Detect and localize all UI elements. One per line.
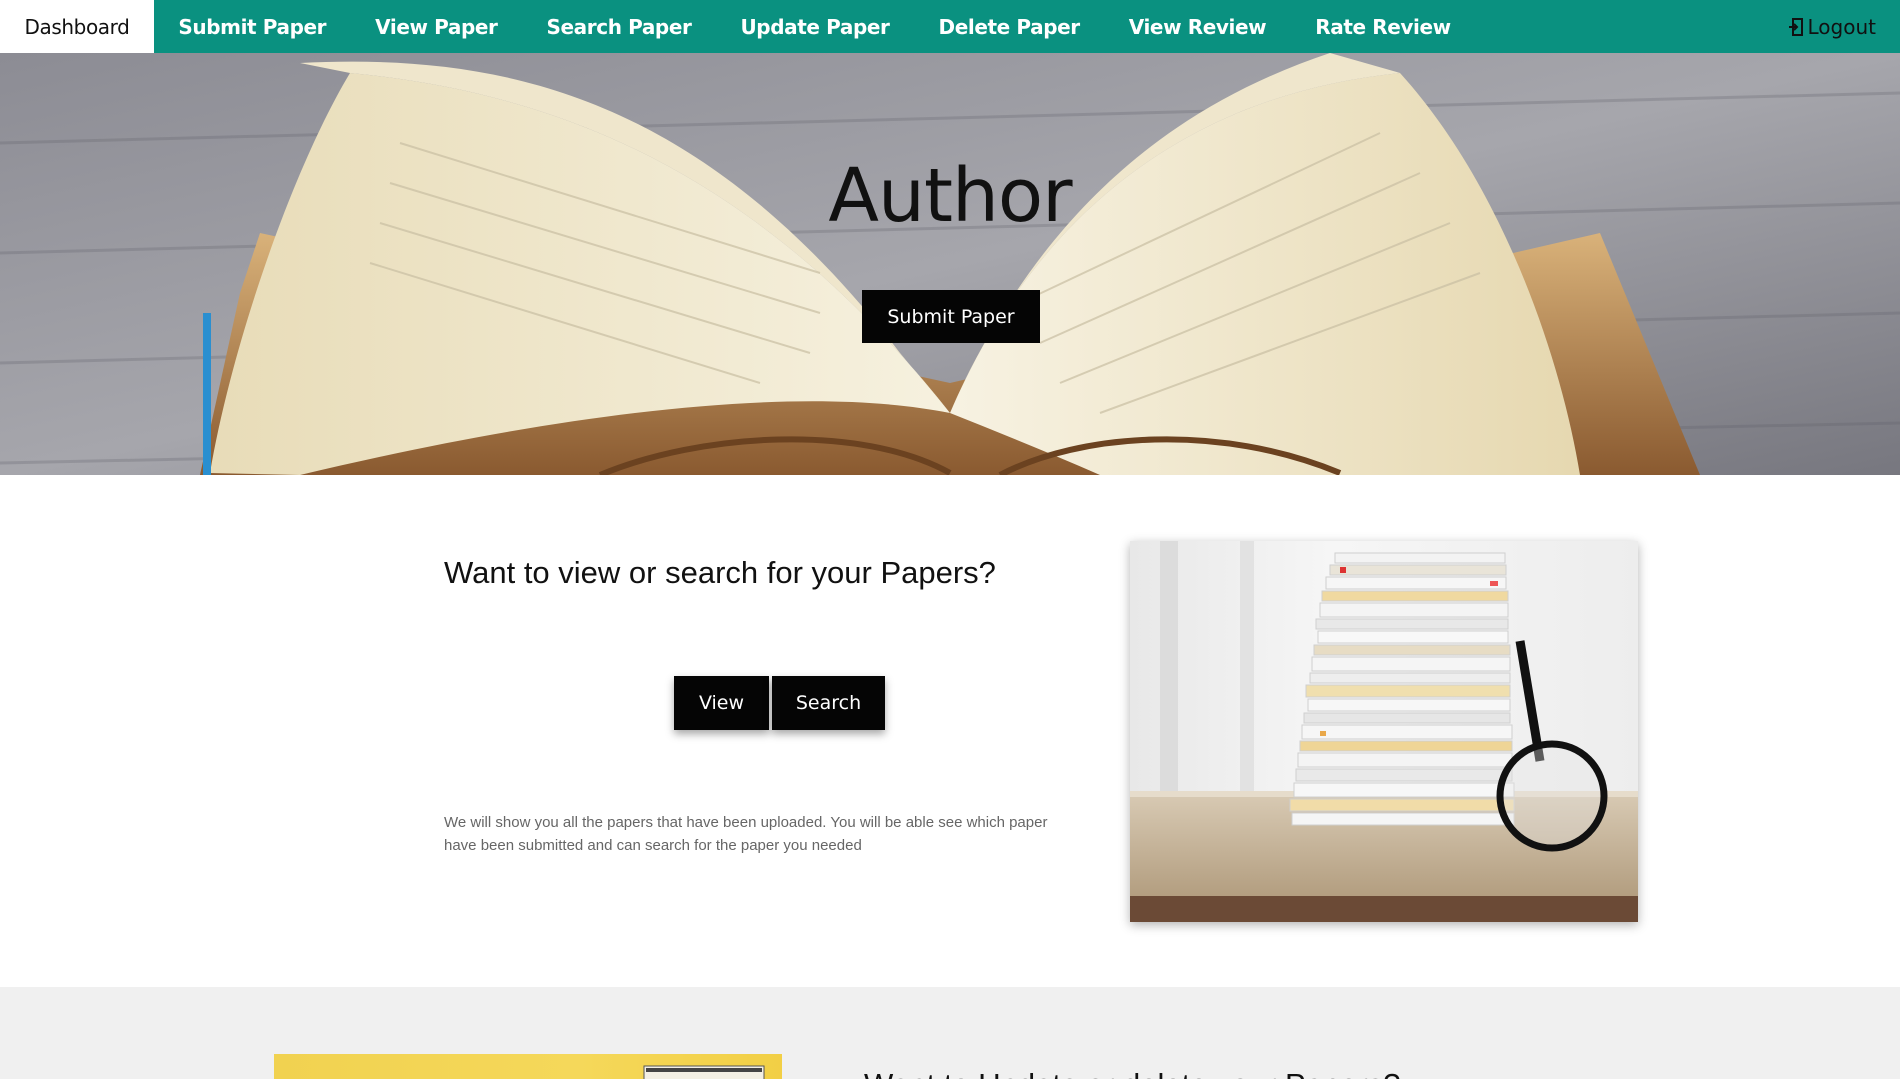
view-button[interactable]: View	[674, 676, 769, 730]
logout-icon	[1788, 17, 1803, 36]
logout-label: Logout	[1807, 14, 1876, 39]
submit-paper-button[interactable]: Submit Paper	[862, 290, 1040, 343]
logout-link[interactable]: Logout	[1788, 0, 1876, 53]
section-heading-2: Want to Update or delete your Papers?	[864, 1067, 1401, 1079]
nav-dashboard[interactable]: Dashboard	[0, 0, 154, 53]
nav-view-paper[interactable]: View Paper	[351, 0, 522, 53]
page-title: Author	[828, 153, 1072, 239]
nav-delete-paper[interactable]: Delete Paper	[914, 0, 1104, 53]
section-description: We will show you all the papers that hav…	[444, 814, 1048, 854]
nav-submit-paper[interactable]: Submit Paper	[154, 0, 351, 53]
open-book-image	[0, 53, 1900, 475]
nav-rate-review[interactable]: Rate Review	[1291, 0, 1475, 53]
paper-stack-image	[1130, 541, 1638, 922]
nav-update-paper[interactable]: Update Paper	[716, 0, 914, 53]
section-heading: Want to view or search for your Papers?	[444, 555, 996, 590]
update-delete-section: Want to Update or delete your Papers?	[0, 987, 1900, 1079]
nav-search-paper[interactable]: Search Paper	[522, 0, 716, 53]
view-search-section: Want to view or search for your Papers? …	[0, 475, 1900, 987]
top-navbar: Dashboard Submit Paper View Paper Search…	[0, 0, 1900, 53]
folder-image	[274, 1054, 782, 1079]
search-button[interactable]: Search	[772, 676, 885, 730]
nav-view-review[interactable]: View Review	[1104, 0, 1291, 53]
hero-banner: Author Submit Paper	[0, 53, 1900, 475]
